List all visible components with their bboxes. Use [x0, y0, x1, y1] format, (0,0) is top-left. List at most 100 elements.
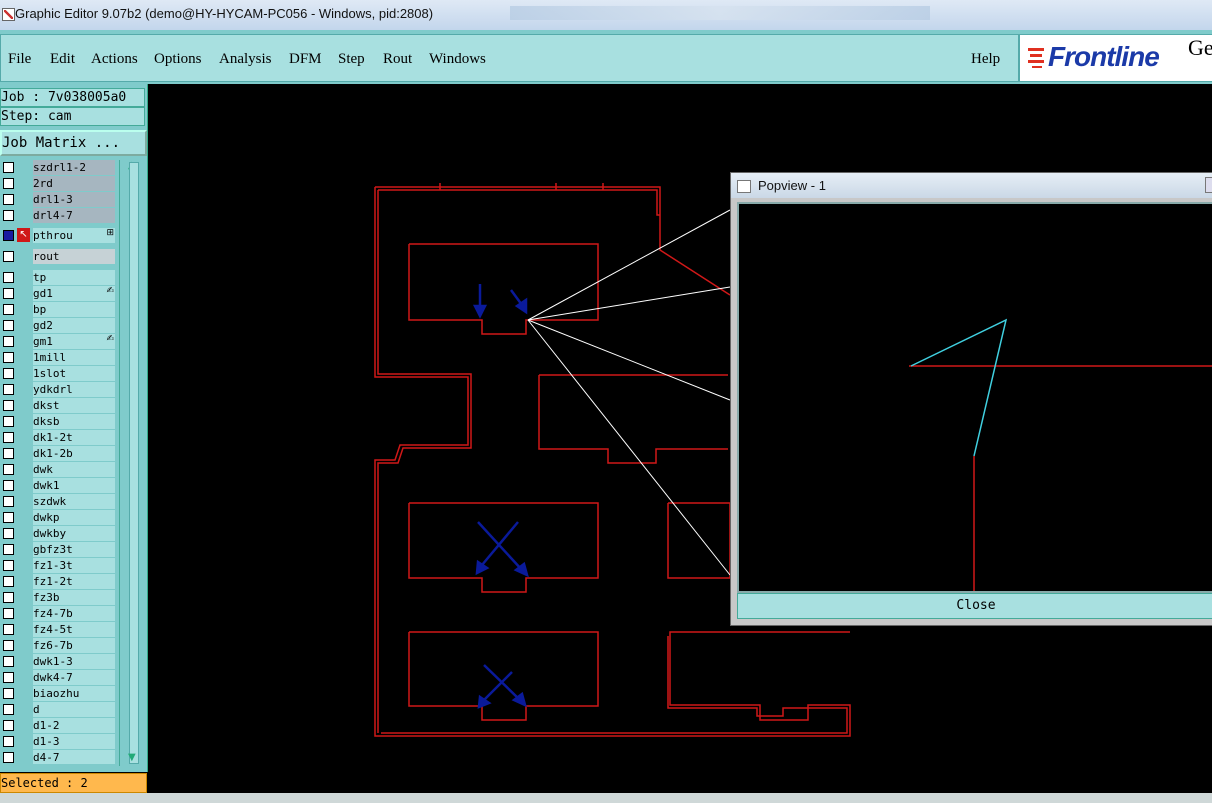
menu-dfm[interactable]: DFM: [289, 51, 322, 68]
layer-name[interactable]: 1mill: [33, 350, 115, 365]
menu-actions[interactable]: Actions: [91, 51, 138, 68]
layer-row[interactable]: 1mill: [0, 350, 116, 365]
layer-checkbox[interactable]: [3, 178, 14, 189]
layer-row[interactable]: fz3b: [0, 590, 116, 605]
layer-checkbox[interactable]: [3, 736, 14, 747]
layer-checkbox[interactable]: [3, 512, 14, 523]
layer-row[interactable]: szdwk: [0, 494, 116, 509]
layer-row[interactable]: 2rd: [0, 176, 116, 191]
layer-row[interactable]: rout: [0, 249, 116, 264]
layer-row[interactable]: dwkby: [0, 526, 116, 541]
layer-checkbox[interactable]: [3, 230, 14, 241]
layer-checkbox[interactable]: [3, 194, 14, 205]
layer-checkbox[interactable]: [3, 608, 14, 619]
layer-row[interactable]: dwk1-3: [0, 654, 116, 669]
layer-name[interactable]: dksb: [33, 414, 115, 429]
layer-checkbox[interactable]: [3, 210, 14, 221]
layer-row[interactable]: fz4-7b: [0, 606, 116, 621]
layer-name[interactable]: tp: [33, 270, 115, 285]
layer-checkbox[interactable]: [3, 320, 14, 331]
layer-checkbox[interactable]: [3, 448, 14, 459]
layer-checkbox[interactable]: [3, 288, 14, 299]
menu-windows[interactable]: Windows: [429, 51, 486, 68]
popview-close-button[interactable]: Close: [737, 593, 1212, 619]
layer-checkbox[interactable]: [3, 560, 14, 571]
layer-name[interactable]: d1-3: [33, 734, 115, 749]
layer-name[interactable]: ydkdrl: [33, 382, 115, 397]
layer-row[interactable]: gd2: [0, 318, 116, 333]
layer-name[interactable]: dkst: [33, 398, 115, 413]
layer-name[interactable]: dwkby: [33, 526, 115, 541]
layer-checkbox[interactable]: [3, 704, 14, 715]
layer-name[interactable]: dk1-2b: [33, 446, 115, 461]
layer-checkbox[interactable]: [3, 352, 14, 363]
layer-checkbox[interactable]: [3, 400, 14, 411]
menu-rout[interactable]: Rout: [383, 51, 412, 68]
layer-name[interactable]: d1-2: [33, 718, 115, 733]
layer-row[interactable]: fz1-2t: [0, 574, 116, 589]
layer-checkbox[interactable]: [3, 496, 14, 507]
layer-name[interactable]: szdrl1-2: [33, 160, 115, 175]
layer-row[interactable]: ydkdrl: [0, 382, 116, 397]
layer-name[interactable]: fz6-7b: [33, 638, 115, 653]
layer-row[interactable]: dksb: [0, 414, 116, 429]
layer-row[interactable]: dwk4-7: [0, 670, 116, 685]
layer-name[interactable]: pthrou: [33, 228, 115, 243]
scroll-down-icon[interactable]: ▼: [128, 752, 136, 763]
layer-name[interactable]: bp: [33, 302, 115, 317]
layer-row[interactable]: d1-3: [0, 734, 116, 749]
layer-row[interactable]: d: [0, 702, 116, 717]
layer-row[interactable]: biaozhu: [0, 686, 116, 701]
layer-name[interactable]: dk1-2t: [33, 430, 115, 445]
layer-name[interactable]: gm1: [33, 334, 115, 349]
layer-row[interactable]: szdrl1-2: [0, 160, 116, 175]
layer-name[interactable]: drl4-7: [33, 208, 115, 223]
layer-checkbox[interactable]: [3, 752, 14, 763]
layer-row[interactable]: fz1-3t: [0, 558, 116, 573]
layer-checkbox[interactable]: [3, 368, 14, 379]
layer-row[interactable]: dwk: [0, 462, 116, 477]
layer-name[interactable]: fz1-3t: [33, 558, 115, 573]
layer-name[interactable]: dwkp: [33, 510, 115, 525]
layer-checkbox[interactable]: [3, 304, 14, 315]
menu-analysis[interactable]: Analysis: [219, 51, 272, 68]
layer-checkbox[interactable]: [3, 656, 14, 667]
menu-help[interactable]: Help: [971, 51, 1000, 68]
layer-row[interactable]: gm1 ✍: [0, 334, 116, 349]
layer-name[interactable]: gd1: [33, 286, 115, 301]
layer-row[interactable]: gbfz3t: [0, 542, 116, 557]
layer-name[interactable]: fz4-5t: [33, 622, 115, 637]
layer-row[interactable]: gd1 ✍: [0, 286, 116, 301]
layer-row[interactable]: dkst: [0, 398, 116, 413]
layer-checkbox[interactable]: [3, 336, 14, 347]
layer-checkbox[interactable]: [3, 528, 14, 539]
popview-canvas[interactable]: [737, 202, 1212, 593]
layer-row[interactable]: drl1-3: [0, 192, 116, 207]
layer-checkbox[interactable]: [3, 592, 14, 603]
layer-row[interactable]: dk1-2b: [0, 446, 116, 461]
layer-name[interactable]: drl1-3: [33, 192, 115, 207]
menu-options[interactable]: Options: [154, 51, 202, 68]
layer-name[interactable]: dwk4-7: [33, 670, 115, 685]
layer-row[interactable]: drl4-7: [0, 208, 116, 223]
layer-checkbox[interactable]: [3, 544, 14, 555]
popview-window-button[interactable]: [1205, 177, 1212, 193]
layer-name[interactable]: fz1-2t: [33, 574, 115, 589]
layer-name[interactable]: dwk: [33, 462, 115, 477]
layer-row[interactable]: 1slot: [0, 366, 116, 381]
layer-name[interactable]: szdwk: [33, 494, 115, 509]
layer-name[interactable]: dwk1-3: [33, 654, 115, 669]
layer-checkbox[interactable]: [3, 384, 14, 395]
layer-row[interactable]: d1-2: [0, 718, 116, 733]
menu-file[interactable]: File: [8, 51, 31, 68]
layer-checkbox[interactable]: [3, 251, 14, 262]
layer-name[interactable]: fz4-7b: [33, 606, 115, 621]
layer-checkbox[interactable]: [3, 720, 14, 731]
layer-row[interactable]: bp: [0, 302, 116, 317]
layer-name[interactable]: rout: [33, 249, 115, 264]
layer-name[interactable]: 1slot: [33, 366, 115, 381]
layer-checkbox[interactable]: [3, 624, 14, 635]
layer-name[interactable]: dwk1: [33, 478, 115, 493]
layer-row[interactable]: fz4-5t: [0, 622, 116, 637]
layer-checkbox[interactable]: [3, 272, 14, 283]
